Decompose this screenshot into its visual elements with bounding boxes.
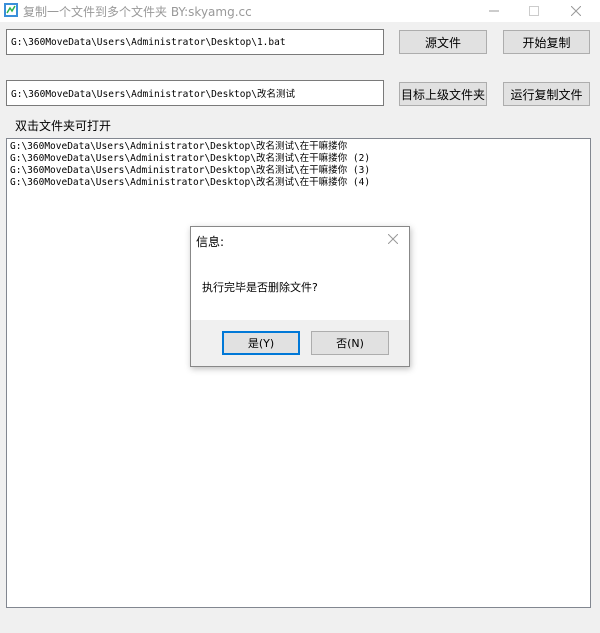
main-window: 复制一个文件到多个文件夹 BY:skyamg.cc G:\360MoveData…	[0, 0, 600, 633]
source-path-field[interactable]: G:\360MoveData\Users\Administrator\Deskt…	[6, 29, 384, 55]
dialog-close-button[interactable]	[385, 231, 401, 247]
minimize-button[interactable]	[474, 0, 514, 22]
close-icon	[388, 234, 398, 244]
start-copy-button[interactable]: 开始复制	[503, 30, 590, 54]
dialog-message: 执行完毕是否删除文件?	[202, 281, 318, 294]
list-item[interactable]: G:\360MoveData\Users\Administrator\Deskt…	[10, 153, 590, 165]
no-button[interactable]: 否(N)	[311, 331, 389, 355]
dialog-title: 信息:	[196, 235, 225, 249]
maximize-icon	[529, 6, 539, 16]
window-title: 复制一个文件到多个文件夹 BY:skyamg.cc	[23, 5, 252, 19]
minimize-icon	[489, 10, 499, 12]
confirm-dialog: 信息: 执行完毕是否删除文件? 是(Y) 否(N)	[190, 226, 410, 367]
target-parent-folder-button[interactable]: 目标上级文件夹	[399, 82, 487, 106]
list-item[interactable]: G:\360MoveData\Users\Administrator\Deskt…	[10, 177, 590, 189]
close-icon	[571, 6, 581, 16]
target-path-field[interactable]: G:\360MoveData\Users\Administrator\Deskt…	[6, 80, 384, 106]
list-label: 双击文件夹可打开	[15, 119, 112, 133]
app-icon	[4, 3, 18, 17]
run-copy-button[interactable]: 运行复制文件	[503, 82, 590, 106]
yes-button[interactable]: 是(Y)	[222, 331, 300, 355]
title-bar[interactable]: 复制一个文件到多个文件夹 BY:skyamg.cc	[0, 0, 600, 22]
maximize-button[interactable]	[514, 0, 554, 22]
list-item[interactable]: G:\360MoveData\Users\Administrator\Deskt…	[10, 141, 590, 153]
source-file-button[interactable]: 源文件	[399, 30, 487, 54]
dialog-footer: 是(Y) 否(N)	[191, 320, 409, 366]
folder-listbox[interactable]: G:\360MoveData\Users\Administrator\Deskt…	[6, 138, 591, 608]
close-button[interactable]	[556, 0, 596, 22]
list-item[interactable]: G:\360MoveData\Users\Administrator\Deskt…	[10, 165, 590, 177]
